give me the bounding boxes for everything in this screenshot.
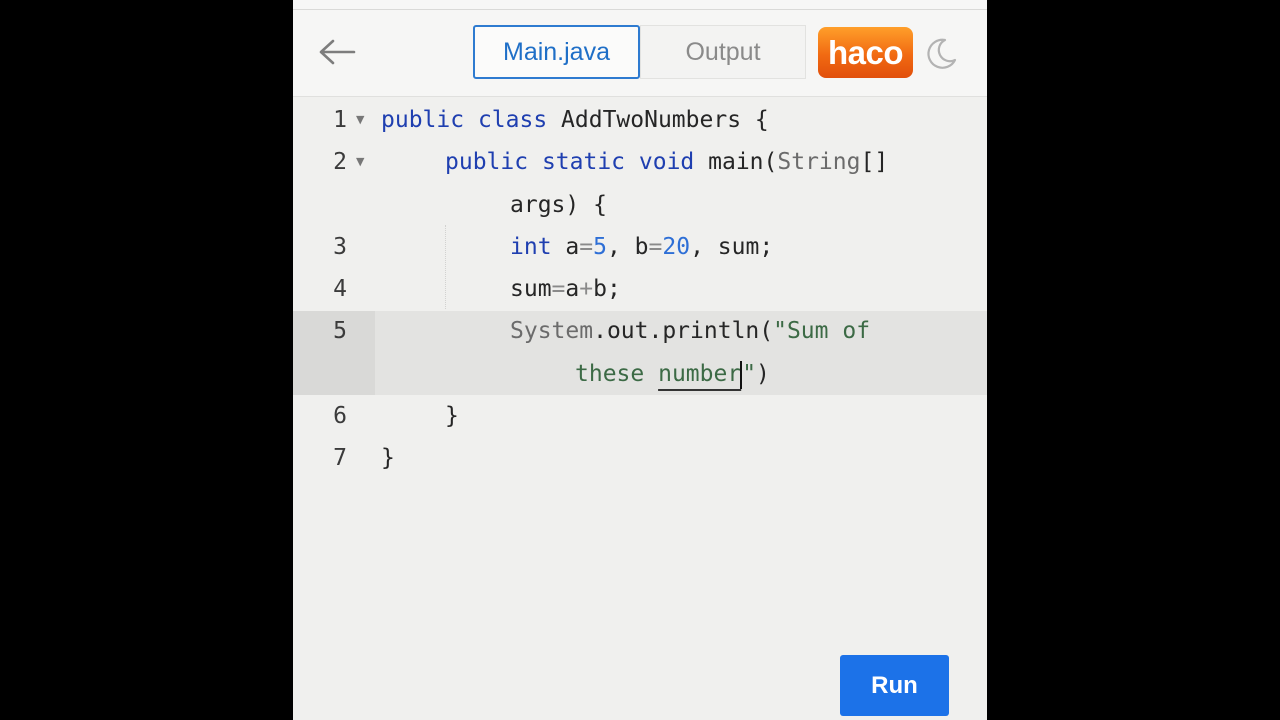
line-number: 4 — [333, 276, 347, 302]
code-token: System — [510, 318, 594, 344]
code-token: public — [381, 107, 478, 133]
code-token: } — [445, 403, 459, 429]
code-token: + — [579, 276, 594, 302]
code-token: [] — [860, 149, 889, 175]
code-token: these — [575, 361, 659, 387]
code-token: a — [565, 276, 580, 302]
code-token: int — [510, 234, 566, 260]
code-line: public class AddTwoNumbers { — [381, 99, 769, 141]
code-token: 5 — [593, 234, 607, 260]
code-line: sum=a+b; — [510, 268, 621, 310]
tab-output[interactable]: Output — [640, 25, 806, 79]
code-token: } — [381, 445, 395, 471]
moon-icon — [927, 38, 957, 69]
haco-logo: haco — [818, 27, 913, 78]
code-line: args) { — [510, 184, 607, 226]
code-line: } — [381, 437, 395, 479]
line-number: 6 — [333, 403, 347, 429]
code-token: 20 — [662, 234, 691, 260]
status-strip — [293, 0, 987, 10]
fold-arrow-icon[interactable]: ▼ — [356, 141, 364, 183]
code-token: number — [658, 361, 742, 387]
indent-guide — [445, 225, 446, 309]
code-token: static — [541, 149, 639, 175]
code-token: sum — [510, 276, 552, 302]
back-button[interactable] — [315, 34, 359, 70]
code-token: args) { — [510, 192, 607, 218]
code-token: b; — [593, 276, 621, 302]
code-token: a — [565, 234, 580, 260]
code-token: = — [648, 234, 663, 260]
code-line: these number") — [575, 353, 770, 395]
code-line: System.out.println("Sum of — [510, 310, 870, 352]
code-editor[interactable]: 1 ▼ 2 ▼ 3 4 5 6 7 public class AddTwoNum… — [293, 97, 987, 720]
run-button[interactable]: Run — [840, 655, 949, 716]
code-token: "Sum of — [773, 318, 871, 344]
code-token: , sum; — [690, 234, 774, 260]
code-token: String — [777, 149, 861, 175]
code-token: class — [477, 107, 562, 133]
code-token: void — [638, 149, 709, 175]
code-token: " — [742, 361, 757, 387]
arrow-left-icon — [319, 39, 356, 65]
editor-header: Main.java Output haco — [293, 10, 987, 97]
code-token: public — [445, 149, 542, 175]
code-token: , b — [606, 234, 649, 260]
mobile-editor-screen: Main.java Output haco 1 ▼ 2 ▼ 3 4 5 6 7 … — [293, 0, 987, 720]
code-token: = — [579, 234, 594, 260]
code-token: .out.println( — [593, 318, 774, 344]
line-number: 1 — [333, 107, 347, 133]
line-number: 7 — [333, 445, 347, 471]
fold-arrow-icon[interactable]: ▼ — [356, 99, 364, 141]
code-token: = — [551, 276, 566, 302]
code-token: ) — [756, 361, 770, 387]
tab-main-java[interactable]: Main.java — [473, 25, 640, 79]
code-token: main( — [708, 149, 778, 175]
line-number: 5 — [333, 318, 347, 344]
code-line: } — [445, 395, 459, 437]
code-line: public static void main(String[] — [445, 141, 888, 183]
code-token: AddTwoNumbers { — [561, 107, 769, 133]
line-number: 3 — [333, 234, 347, 260]
line-number: 2 — [333, 149, 347, 175]
code-line: int a=5, b=20, sum; — [510, 226, 773, 268]
theme-toggle-button[interactable] — [923, 36, 959, 72]
